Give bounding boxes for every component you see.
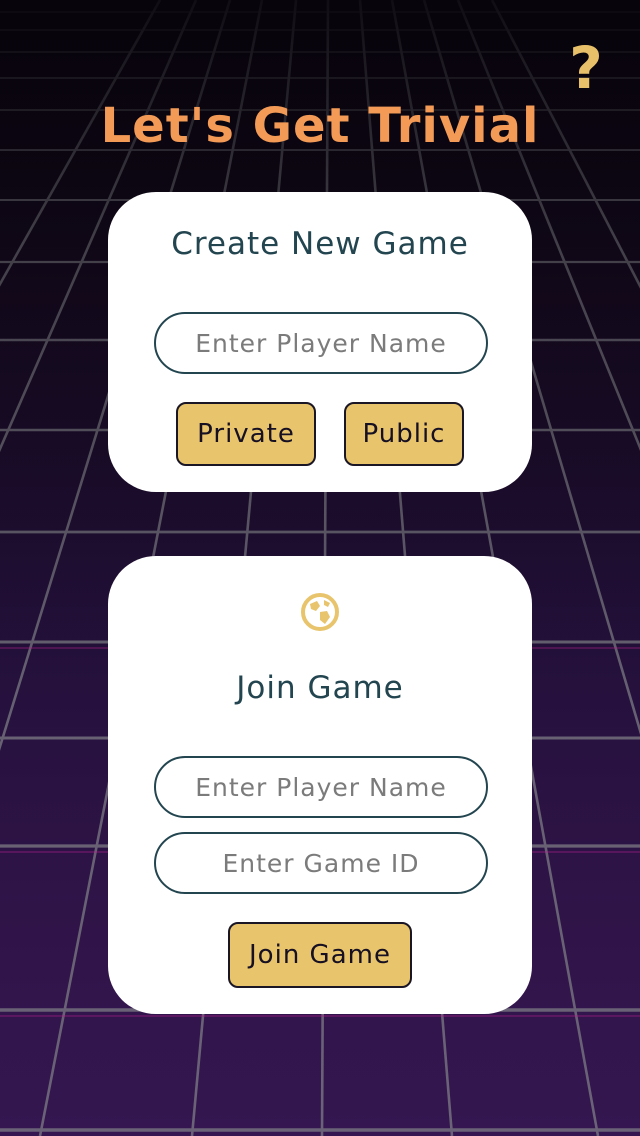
help-button[interactable]: ? <box>560 36 612 100</box>
public-game-button[interactable]: Public <box>344 402 464 466</box>
join-player-name-input[interactable] <box>154 756 488 818</box>
globe-icon <box>301 593 339 631</box>
create-player-name-input[interactable] <box>154 312 488 374</box>
game-id-input[interactable] <box>154 832 488 894</box>
private-game-button[interactable]: Private <box>176 402 316 466</box>
join-game-card: Join Game Join Game <box>108 556 532 1014</box>
app-title: Let's Get Trivial <box>100 98 540 154</box>
join-game-button[interactable]: Join Game <box>228 922 412 988</box>
create-game-card: Create New Game Private Public <box>108 192 532 492</box>
join-game-heading: Join Game <box>236 670 404 706</box>
create-game-heading: Create New Game <box>171 226 469 262</box>
